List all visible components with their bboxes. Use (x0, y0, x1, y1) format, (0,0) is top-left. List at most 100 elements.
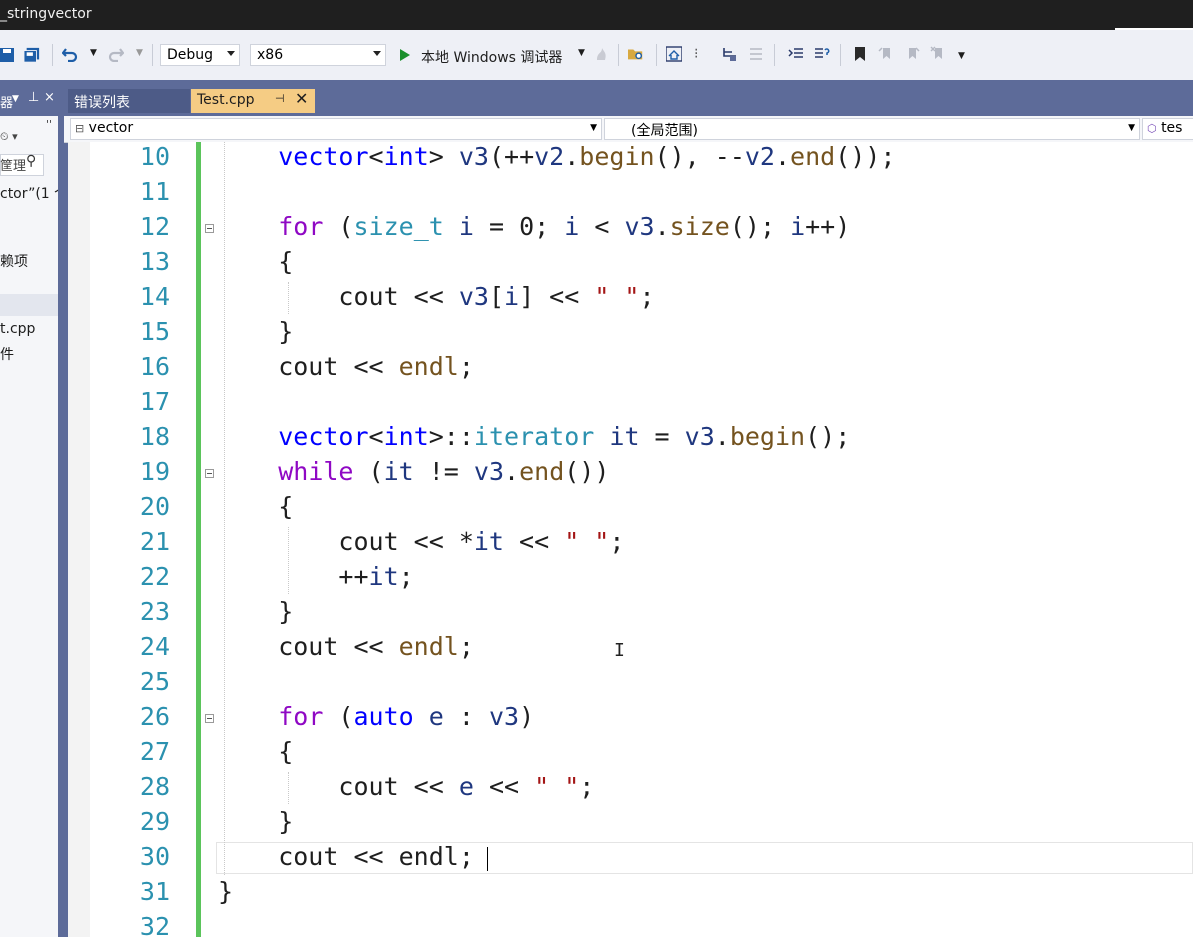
bookmark-next-icon[interactable] (904, 46, 920, 62)
debugger-dropdown-icon[interactable]: ▼ (578, 48, 585, 58)
close-icon[interactable]: × (44, 90, 55, 105)
text-caret (487, 847, 488, 871)
line-number: 18 (139, 422, 170, 451)
line-number: 14 (139, 282, 170, 311)
selected-row (0, 294, 58, 316)
line-number: 25 (139, 667, 170, 696)
tree-item-project[interactable]: ctor”(1 个 (0, 183, 58, 203)
code-line: { (218, 737, 294, 766)
toolbar-separator (840, 44, 841, 66)
comment-icon[interactable] (814, 46, 830, 62)
code-line: for (size_t i = 0; i < v3.size(); i++) (278, 212, 851, 241)
code-line: cout << *it << " "; (218, 527, 625, 556)
project-icon: ⊟ (75, 122, 85, 135)
chevron-down-icon: ▼ (590, 123, 597, 133)
panel-splitter[interactable] (58, 116, 68, 937)
toolbar-separator (52, 44, 53, 66)
code-line: cout << endl; (218, 632, 474, 661)
code-line: } (218, 877, 234, 906)
line-number: 15 (139, 317, 170, 346)
toolbar: ▼ ▼ Debug x86 本地 Windows 调试器 ▼ ⁝ ▼ (0, 30, 1193, 81)
line-number: 16 (139, 352, 170, 381)
chevron-down-icon (373, 51, 381, 56)
project-select[interactable]: ⊟ vector ▼ (70, 118, 602, 140)
line-number: 12 (139, 212, 170, 241)
tree-item-files[interactable]: 件 (0, 344, 14, 364)
code-line: vector<int> v3(++v2.begin(), --v2.end())… (278, 142, 896, 171)
code-line: cout << v3[i] << " "; (218, 282, 655, 311)
tree-item-file[interactable]: t.cpp (0, 321, 35, 337)
configuration-select[interactable]: Debug (160, 44, 240, 66)
toolbar-separator (618, 44, 619, 66)
tree-item-dependencies[interactable]: 赖项 (0, 251, 28, 271)
chevron-down-icon: ▼ (1128, 123, 1135, 133)
fold-toggle-icon[interactable] (205, 714, 214, 723)
history-icon[interactable]: ⏲ ▾ (0, 130, 18, 144)
step-into-icon[interactable] (722, 46, 738, 62)
code-line: cout << endl; (218, 842, 474, 871)
search-icon[interactable]: ⚲ (26, 153, 36, 169)
code-line: } (218, 317, 294, 346)
line-number: 26 (139, 702, 170, 731)
save-all-icon[interactable] (24, 47, 40, 63)
step-icon[interactable]: ⁝ (694, 46, 698, 62)
code-line: cout << e << " "; (218, 772, 595, 801)
save-icon[interactable] (0, 47, 16, 63)
toolbar-overflow-icon[interactable]: ▼ (958, 51, 965, 61)
bookmark-icon[interactable] (852, 46, 868, 62)
bookmark-clear-icon[interactable] (930, 46, 946, 62)
tab-error-list[interactable]: 错误列表 (68, 89, 190, 113)
line-number: 31 (139, 877, 170, 906)
member-select[interactable]: ⬡ tes (1142, 118, 1193, 140)
platform-select[interactable]: x86 (250, 44, 386, 66)
glyph-margin[interactable] (68, 142, 90, 937)
window-title: _stringvector (0, 6, 92, 22)
code-line: { (218, 492, 294, 521)
line-number: 17 (139, 387, 170, 416)
panel-dropdown-icon[interactable]: ▼ (12, 94, 19, 104)
play-icon[interactable] (398, 48, 412, 62)
line-number: 23 (139, 597, 170, 626)
close-tab-icon[interactable]: ✕ (295, 89, 308, 108)
project-value: vector (88, 120, 134, 136)
code-line: vector<int>::iterator it = v3.begin(); (278, 422, 851, 451)
browser-home-icon[interactable] (666, 46, 682, 62)
line-number: 10 (139, 142, 170, 171)
bookmark-prev-icon[interactable] (878, 46, 894, 62)
line-number: 22 (139, 562, 170, 591)
title-bar: _stringvector (0, 0, 1193, 30)
fold-toggle-icon[interactable] (205, 224, 214, 233)
code-line: cout << endl; (218, 352, 474, 381)
tab-test-cpp[interactable]: Test.cpp ⊣ ✕ (191, 89, 315, 113)
line-number: 29 (139, 807, 170, 836)
pin-icon[interactable]: ⊥ (28, 90, 39, 105)
overflow-icon[interactable]: '' (46, 118, 52, 131)
member-icon: ⬡ (1147, 122, 1157, 135)
code-line: for (auto e : v3) (278, 702, 535, 731)
line-number: 27 (139, 737, 170, 766)
redo-dropdown-icon[interactable]: ▼ (136, 48, 143, 58)
line-number: 13 (139, 247, 170, 276)
scope-value: (全局范围) (631, 123, 698, 139)
undo-icon[interactable] (62, 46, 78, 62)
undo-dropdown-icon[interactable]: ▼ (90, 48, 97, 58)
toolbar-separator (656, 44, 657, 66)
ibeam-cursor-icon: I (614, 640, 625, 661)
fold-toggle-icon[interactable] (205, 469, 214, 478)
line-number: 24 (139, 632, 170, 661)
indent-icon[interactable] (788, 46, 804, 62)
folder-search-icon[interactable] (628, 46, 644, 62)
start-debugger-button[interactable]: 本地 Windows 调试器 (421, 47, 562, 67)
step-out-icon[interactable] (748, 46, 764, 62)
hot-reload-icon[interactable] (594, 46, 610, 62)
line-number: 19 (139, 457, 170, 486)
pin-icon[interactable]: ⊣ (275, 92, 285, 105)
scope-select[interactable]: (全局范围) ▼ (604, 118, 1140, 140)
redo-icon[interactable] (108, 46, 124, 62)
toolbar-separator (152, 44, 153, 66)
code-line: } (218, 597, 294, 626)
solution-explorer-panel: ⏲ ▾ '' 筐理 ⚲ ctor”(1 个 赖项 t.cpp 件 (0, 116, 59, 937)
line-number: 30 (139, 842, 170, 871)
member-value: tes (1161, 120, 1183, 136)
search-field-label: 筐理 (0, 159, 27, 174)
